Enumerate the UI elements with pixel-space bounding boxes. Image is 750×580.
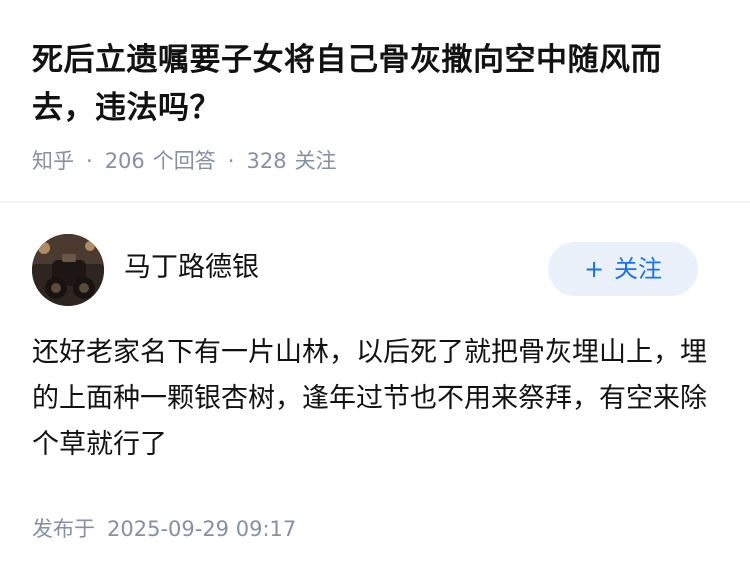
- section-divider: [0, 201, 750, 203]
- question-title[interactable]: 死后立遗嘱要子女将自己骨灰撒向空中随风而去，违法吗？: [32, 36, 722, 132]
- separator-dot: ·: [86, 149, 93, 173]
- answer-author: 马丁路德银 + 关注: [32, 234, 698, 306]
- follower-count-label[interactable]: 关注: [295, 149, 337, 173]
- answer-count: 206: [104, 149, 145, 173]
- follower-count: 328: [246, 149, 287, 173]
- question-meta: 知乎 · 206 个回答 · 328 关注: [32, 146, 722, 176]
- avatar[interactable]: [32, 234, 104, 306]
- answer-count-label[interactable]: 个回答: [153, 149, 216, 173]
- question-header: 死后立遗嘱要子女将自己骨灰撒向空中随风而去，违法吗？ 知乎 · 206 个回答 · 328…: [32, 36, 722, 176]
- author-name[interactable]: 马丁路德银: [124, 250, 259, 286]
- follow-button[interactable]: + 关注: [548, 242, 698, 296]
- follow-button-label: 关注: [614, 255, 663, 283]
- publish-label: 发布于: [32, 517, 95, 541]
- publish-time: 2025-09-29 09:17: [107, 517, 297, 541]
- separator-dot: ·: [227, 149, 235, 173]
- avatar-image: [32, 234, 104, 306]
- source-label[interactable]: 知乎: [32, 149, 74, 173]
- answer-content[interactable]: 还好老家名下有一片山林，以后死了就把骨灰埋山上，埋的上面种一颗银杏树，逢年过节也…: [32, 330, 712, 468]
- plus-icon: +: [583, 255, 605, 283]
- publish-info: 发布于 2025-09-29 09:17: [32, 514, 296, 544]
